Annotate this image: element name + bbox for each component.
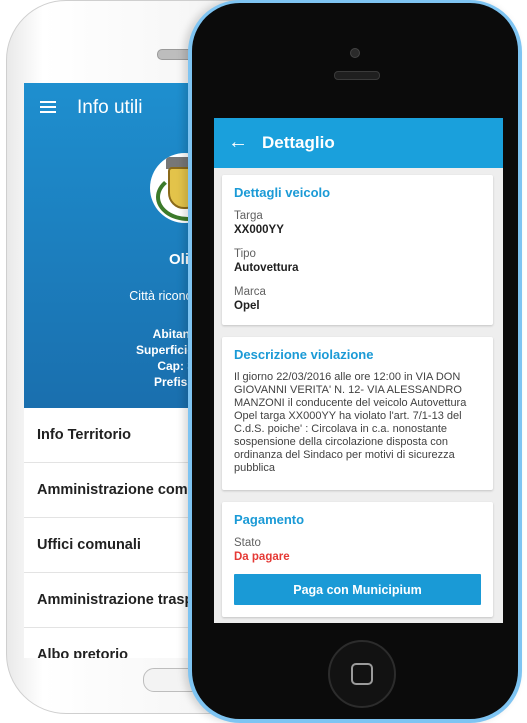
targa-label: Targa [234, 210, 263, 222]
tipo-label: Tipo [234, 248, 256, 260]
vehicle-card: Dettagli veicolo Targa XX000YY Tipo Auto… [222, 175, 493, 325]
marca-label: Marca [234, 286, 266, 298]
payment-heading: Pagamento [234, 512, 305, 527]
hamburger-icon[interactable] [40, 101, 56, 113]
page-title: Dettaglio [262, 133, 335, 152]
stat-superficie: Superficie [135, 343, 194, 357]
camera-icon [350, 48, 360, 58]
violation-description: Il giorno 22/03/2016 alle ore 12:00 in V… [234, 371, 467, 474]
back-arrow-icon[interactable]: ← [228, 132, 248, 152]
tipo-value: Autovettura [234, 262, 299, 274]
pay-button[interactable]: Paga con Municipium [234, 574, 481, 605]
info-title: Info utili [77, 97, 143, 118]
payment-card: Pagamento Stato Da pagare Paga con Munic… [222, 502, 493, 617]
home-square-icon [351, 663, 373, 685]
stato-label: Stato [234, 537, 261, 549]
marca-value: Opel [234, 300, 260, 312]
detail-screen: ← Dettaglio Dettagli veicolo Targa XX000… [214, 118, 503, 623]
targa-value: XX000YY [234, 224, 284, 236]
violation-card: Descrizione violazione Il giorno 22/03/2… [222, 337, 493, 490]
detail-appbar: ← Dettaglio [214, 118, 503, 168]
iphone-speaker [334, 71, 380, 80]
violation-heading: Descrizione violazione [234, 347, 374, 362]
vehicle-heading: Dettagli veicolo [234, 185, 331, 200]
iphone-home-button[interactable] [328, 640, 396, 708]
status-badge: Da pagare [234, 551, 290, 563]
